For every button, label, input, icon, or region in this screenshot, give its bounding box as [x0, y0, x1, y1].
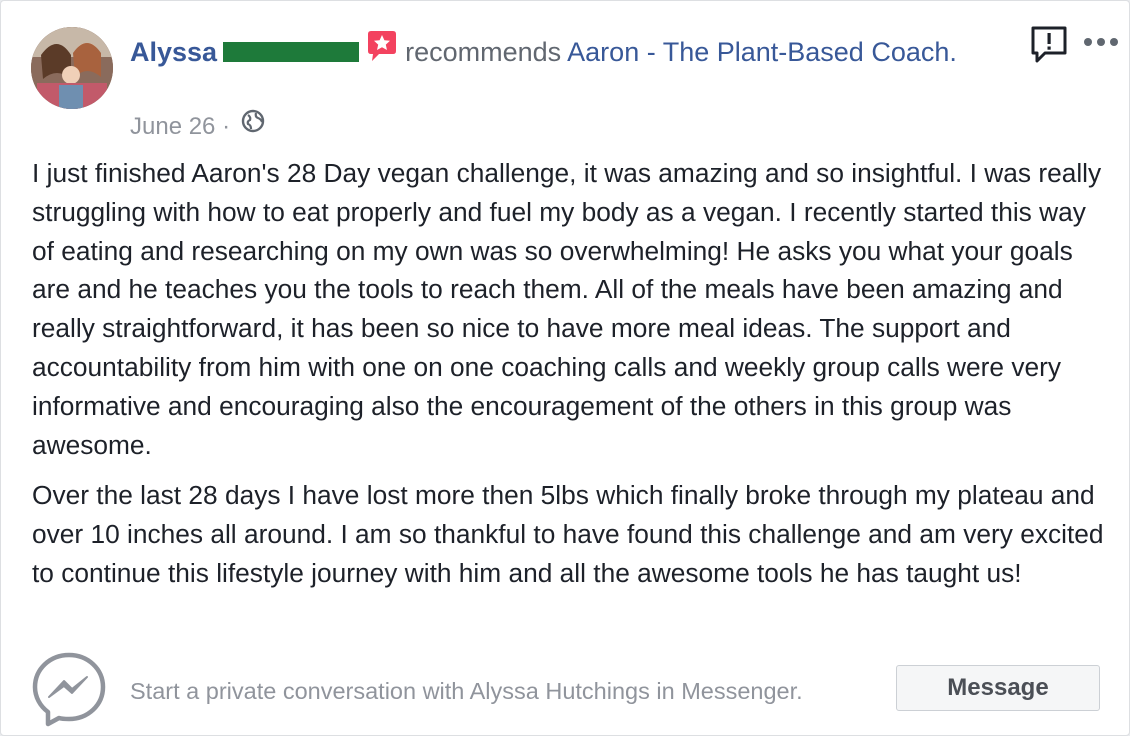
report-icon[interactable] — [1029, 25, 1069, 70]
post-title: Alyssa recommends Aaron - The Plant-Based… — [130, 29, 1010, 79]
body-paragraph: I just finished Aaron's 28 Day vegan cha… — [32, 158, 1102, 460]
messenger-icon — [31, 651, 107, 732]
recommendation-post-card: Alyssa recommends Aaron - The Plant-Based… — [0, 0, 1130, 736]
recommendation-star-icon — [365, 29, 399, 73]
page-link[interactable]: Aaron - The Plant-Based Coach. — [567, 37, 957, 67]
messenger-footer: Start a private conversation with Alyssa… — [1, 641, 1129, 735]
recommends-verb: recommends — [405, 37, 562, 68]
body-paragraph: Over the last 28 days I have lost more t… — [32, 480, 1104, 588]
more-options-icon[interactable] — [1083, 35, 1119, 53]
post-header: Alyssa recommends Aaron - The Plant-Based… — [31, 25, 1121, 143]
redaction-bar — [223, 42, 360, 62]
post-date[interactable]: June 26 — [130, 113, 215, 140]
author-name[interactable]: Alyssa — [130, 37, 217, 67]
avatar[interactable] — [31, 27, 113, 109]
post-body: I just finished Aaron's 28 Day vegan cha… — [32, 154, 1107, 605]
messenger-prompt: Start a private conversation with Alyssa… — [130, 678, 803, 704]
message-button[interactable]: Message — [896, 665, 1100, 711]
meta-separator: · — [222, 112, 231, 140]
post-meta: June 26 · — [130, 109, 265, 146]
globe-icon[interactable] — [241, 109, 265, 142]
